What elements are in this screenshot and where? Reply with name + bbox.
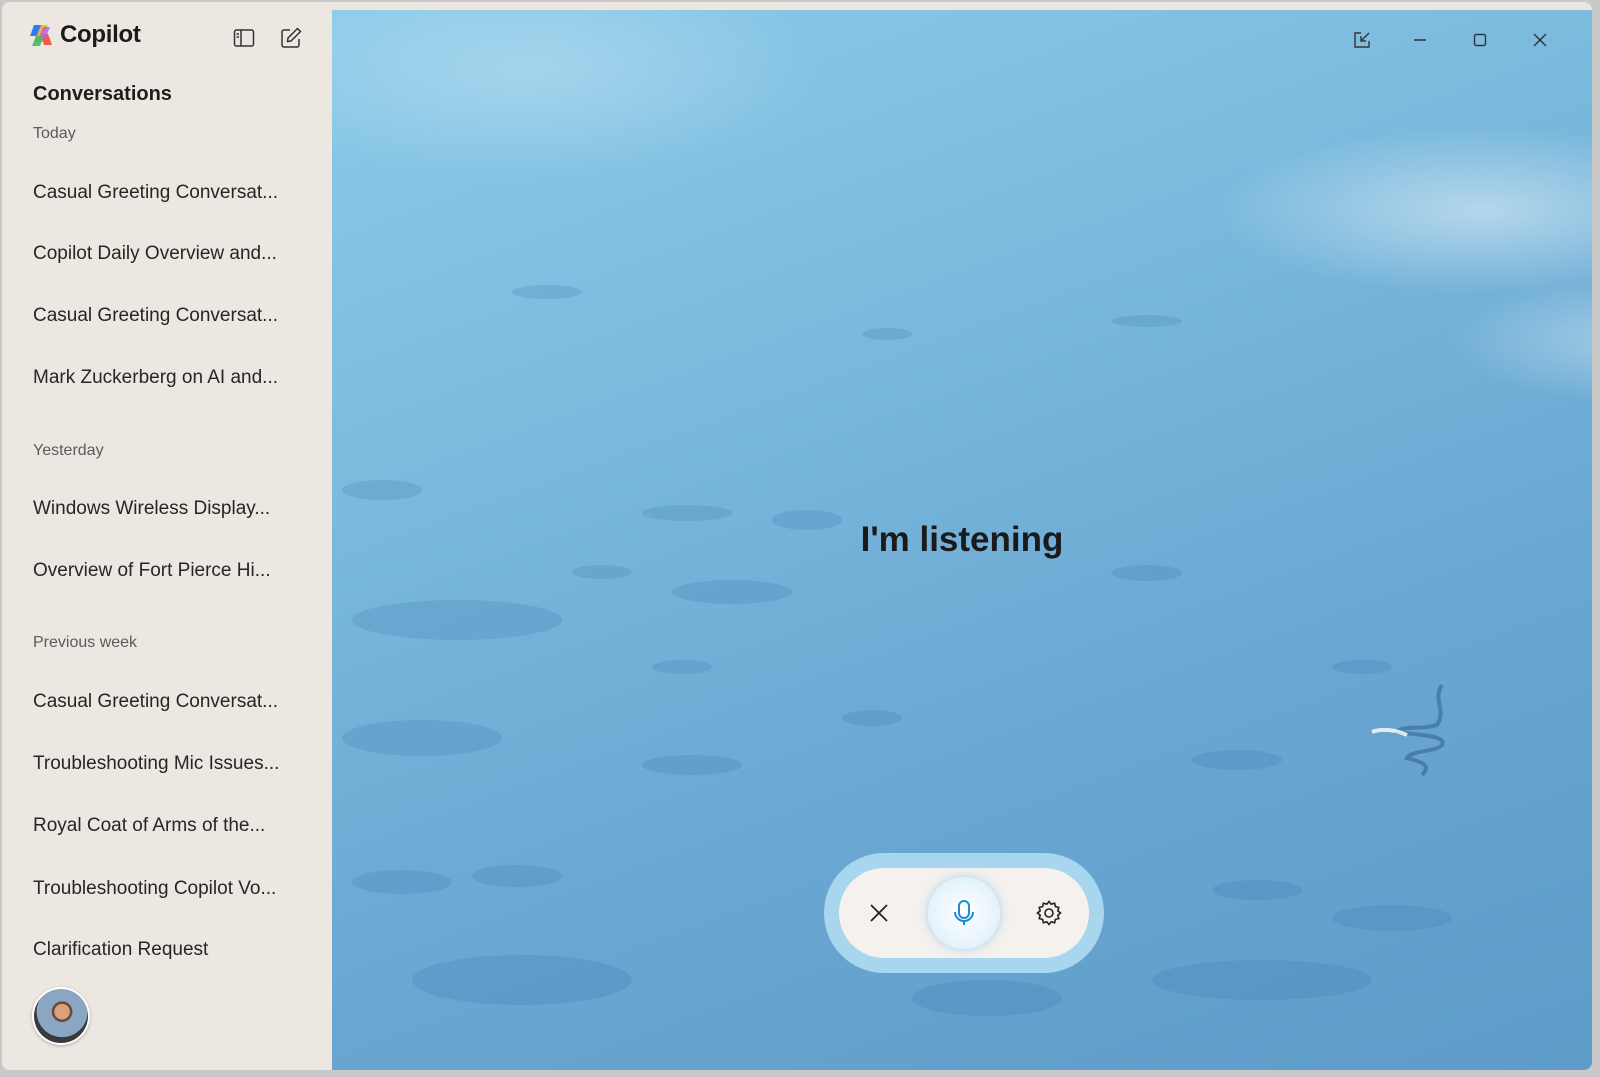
water-ripple (352, 870, 452, 894)
conversation-item[interactable]: Casual Greeting Conversat... (33, 182, 308, 204)
group-label-previous-week: Previous week (33, 634, 138, 651)
conversation-item[interactable]: Clarification Request (33, 939, 308, 961)
conversation-item[interactable]: Troubleshooting Copilot Vo... (33, 878, 308, 900)
copilot-window: Copilot Conversations Today Casual Greet… (2, 2, 1592, 1070)
water-ripple (512, 285, 582, 299)
voice-control-pill (839, 868, 1089, 958)
water-ripple (642, 505, 732, 521)
water-ripple (1212, 880, 1302, 900)
water-ripple (1152, 960, 1372, 1000)
group-label-today: Today (33, 125, 76, 142)
maximize-button[interactable] (1460, 24, 1500, 56)
new-chat-icon (281, 27, 302, 48)
conversation-item[interactable]: Royal Coat of Arms of the... (33, 815, 308, 837)
water-ripple (1112, 565, 1182, 581)
water-ripple (352, 600, 562, 640)
conversation-item[interactable]: Troubleshooting Mic Issues... (33, 753, 308, 775)
sidebar-toggle-icon (233, 29, 255, 47)
conversation-item[interactable]: Overview of Fort Pierce Hi... (33, 560, 308, 582)
water-ripple (1332, 905, 1452, 931)
maximize-icon (1473, 33, 1487, 47)
close-icon (870, 904, 888, 922)
conversation-item[interactable]: Casual Greeting Conversat... (33, 691, 308, 713)
end-voice-button[interactable] (859, 893, 899, 933)
pop-out-icon (1354, 32, 1370, 48)
gear-icon (1036, 900, 1062, 926)
avatar-image (34, 989, 88, 1043)
water-ripple (1112, 315, 1182, 327)
water-ripple (412, 955, 632, 1005)
water-reflection-shape (1371, 683, 1445, 777)
water-ripple (912, 980, 1062, 1016)
water-ripple (342, 720, 502, 756)
user-avatar[interactable] (32, 987, 90, 1045)
group-label-yesterday: Yesterday (33, 442, 104, 459)
conversation-item[interactable]: Copilot Daily Overview and... (33, 243, 308, 265)
water-ripple (842, 710, 902, 726)
conversation-item[interactable]: Casual Greeting Conversat... (33, 305, 308, 327)
app-name: Copilot (60, 21, 141, 48)
water-ripple (342, 480, 422, 500)
minimize-icon (1414, 39, 1426, 41)
conversation-item[interactable]: Mark Zuckerberg on AI and... (33, 367, 308, 389)
voice-mode-area: I'm listening (332, 10, 1592, 1070)
water-ripple (862, 328, 912, 340)
app-brand: Copilot (28, 21, 141, 49)
close-window-button[interactable] (1520, 24, 1560, 56)
voice-settings-button[interactable] (1029, 893, 1069, 933)
close-icon (1533, 33, 1547, 47)
water-ripple (652, 660, 712, 674)
minimize-button[interactable] (1400, 24, 1440, 56)
microphone-button[interactable] (928, 877, 1000, 949)
water-ripple (572, 565, 632, 579)
water-ripple (1332, 660, 1392, 674)
pop-out-button[interactable] (1342, 24, 1382, 56)
new-chat-button[interactable] (277, 24, 305, 52)
water-ripple (672, 580, 792, 604)
sidebar-toggle-button[interactable] (230, 24, 258, 52)
conversations-heading: Conversations (33, 83, 172, 105)
conversation-item[interactable]: Windows Wireless Display... (33, 498, 308, 520)
sidebar: Copilot Conversations Today Casual Greet… (2, 2, 332, 1070)
water-ripple (642, 755, 742, 775)
water-ripple (1192, 750, 1282, 770)
microphone-icon (954, 900, 974, 925)
voice-control-bar (824, 853, 1104, 973)
listening-status: I'm listening (860, 520, 1064, 559)
copilot-logo-icon (30, 25, 52, 46)
water-ripple (472, 865, 562, 887)
